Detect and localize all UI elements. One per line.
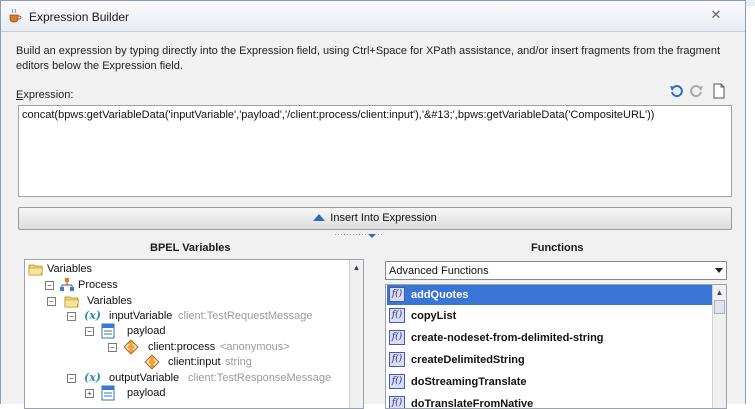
splitter-handle[interactable]: [335, 233, 383, 241]
tree-node-type: string: [225, 356, 252, 368]
tree-node[interactable]: − (x) outputVariable client:TestResponse…: [27, 370, 347, 386]
insert-into-expression-button[interactable]: Insert Into Expression: [18, 207, 732, 230]
expand-toggle[interactable]: +: [85, 389, 94, 398]
collapse-toggle[interactable]: −: [67, 312, 76, 321]
function-item[interactable]: f() createDelimitedString: [387, 350, 712, 370]
scroll-up-arrow[interactable]: ▲: [351, 262, 362, 273]
title-bar: Expression Builder ✕: [1, 1, 745, 32]
function-category-value: Advanced Functions: [389, 265, 489, 277]
tree-node[interactable]: − payload: [27, 323, 347, 339]
tree-node[interactable]: − (x) inputVariable client:TestRequestMe…: [27, 308, 347, 324]
function-item[interactable]: f() copyList: [387, 306, 712, 326]
tree-node-label: Variables: [87, 295, 133, 307]
tree-node[interactable]: Variables: [27, 261, 347, 277]
close-button[interactable]: ✕: [705, 7, 727, 23]
bpel-variables-tree: Variables − Process − Variables − (x) in…: [24, 259, 364, 409]
function-icon: f(): [389, 308, 405, 323]
element-icon: [123, 339, 139, 355]
function-name: createDelimitedString: [411, 354, 525, 366]
tree-node-type: client:TestRequestMessage: [178, 310, 313, 322]
functions-scrollbar[interactable]: ▲: [712, 285, 726, 408]
process-icon: [60, 278, 74, 291]
tree-node-label: inputVariable: [109, 310, 173, 322]
tree-node-label: Process: [78, 279, 118, 291]
scroll-up-arrow[interactable]: ▲: [714, 287, 725, 298]
folder-open-icon: [64, 296, 80, 308]
function-category-select[interactable]: Advanced Functions: [385, 261, 727, 280]
tree-node-label: client:input: [168, 356, 221, 368]
element-icon: [144, 354, 160, 370]
folder-open-icon: [28, 264, 44, 276]
function-name: copyList: [411, 310, 457, 322]
undo-icon[interactable]: [668, 83, 684, 99]
function-icon: f(): [389, 374, 405, 389]
function-icon: f(): [389, 330, 405, 345]
blank-page-icon[interactable]: [711, 83, 727, 99]
bpel-variables-heading: BPEL Variables: [150, 242, 231, 254]
tree-node-type: <anonymous>: [220, 341, 290, 353]
tree-node-label: payload: [127, 387, 166, 399]
function-item[interactable]: f() doTranslateFromNative: [387, 394, 712, 409]
message-part-icon: [101, 385, 115, 401]
function-name: doStreamingTranslate: [411, 376, 527, 388]
collapse-toggle[interactable]: −: [108, 343, 117, 352]
tree-node[interactable]: − Variables: [27, 293, 347, 309]
expression-label: Expression:: [16, 89, 73, 101]
insert-arrow-icon: [313, 214, 326, 221]
collapse-toggle[interactable]: −: [85, 327, 94, 336]
description-text: Build an expression by typing directly i…: [16, 45, 721, 72]
coffee-cup-icon: [9, 8, 22, 23]
chevron-down-icon: [715, 268, 723, 273]
message-part-icon: [101, 323, 115, 339]
expression-field[interactable]: concat(bpws:getVariableData('inputVariab…: [18, 105, 732, 197]
function-name: create-nodeset-from-delimited-string: [411, 332, 604, 344]
function-item[interactable]: f() create-nodeset-from-delimited-string: [387, 328, 712, 348]
function-icon: f(): [389, 287, 405, 302]
function-icon: f(): [389, 396, 405, 408]
tree-node-label: payload: [127, 325, 166, 337]
variable-icon: (x): [84, 371, 101, 384]
tree-node-label: client:process: [148, 341, 216, 353]
tree-node-label: Variables: [47, 263, 93, 275]
scroll-thumb[interactable]: [714, 300, 725, 314]
function-name: addQuotes: [411, 289, 469, 301]
functions-list: f() addQuotes f() copyList f() create-no…: [385, 284, 727, 409]
functions-heading: Functions: [531, 242, 584, 254]
tree-node[interactable]: − Process: [27, 277, 347, 293]
tree-node-label: outputVariable: [109, 372, 180, 384]
tree-node[interactable]: − client:process <anonymous>: [27, 339, 347, 355]
collapse-toggle[interactable]: −: [67, 374, 76, 383]
collapse-toggle[interactable]: −: [47, 297, 56, 306]
expression-label-text: xpression:: [23, 89, 74, 101]
function-name: doTranslateFromNative: [411, 398, 534, 409]
insert-button-label: Insert Into Expression: [330, 212, 437, 224]
expression-builder-dialog: Expression Builder ✕ Build an expression…: [0, 0, 746, 409]
tree-scrollbar[interactable]: ▲: [349, 260, 363, 408]
variable-icon: (x): [84, 309, 101, 322]
tree-node-type: client:TestResponseMessage: [188, 372, 332, 384]
collapse-toggle[interactable]: −: [45, 281, 54, 290]
window-title: Expression Builder: [29, 10, 130, 24]
function-item[interactable]: f() doStreamingTranslate: [387, 372, 712, 392]
function-item[interactable]: f() addQuotes: [387, 285, 712, 305]
tree-node[interactable]: + payload: [27, 385, 347, 401]
redo-icon[interactable]: [689, 83, 705, 99]
tree-node[interactable]: client:input string: [27, 354, 347, 370]
function-icon: f(): [389, 352, 405, 367]
